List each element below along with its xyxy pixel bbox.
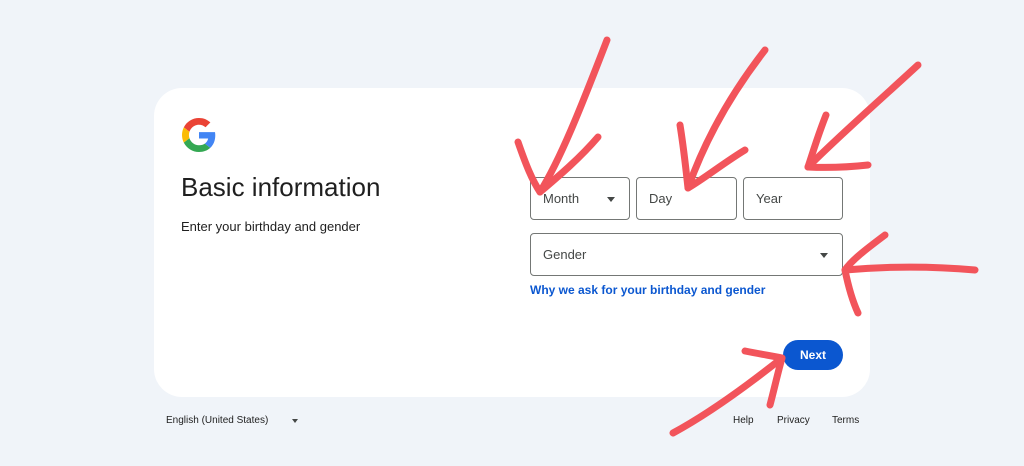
chevron-down-icon xyxy=(292,418,299,423)
day-input-placeholder: Day xyxy=(649,191,673,206)
year-input[interactable]: Year xyxy=(743,177,843,220)
google-logo-icon xyxy=(182,118,216,152)
page-subtitle: Enter your birthday and gender xyxy=(181,219,361,234)
why-birthday-gender-link[interactable]: Why we ask for your birthday and gender xyxy=(530,283,765,297)
year-input-placeholder: Year xyxy=(756,191,783,206)
next-button[interactable]: Next xyxy=(783,340,843,370)
month-select[interactable]: Month xyxy=(530,177,630,220)
footer-help-link[interactable]: Help xyxy=(733,415,754,426)
footer-terms-link[interactable]: Terms xyxy=(832,415,859,426)
chevron-down-icon xyxy=(607,196,615,202)
language-select[interactable]: English (United States) xyxy=(166,415,299,426)
gender-select-label: Gender xyxy=(543,247,587,262)
day-input[interactable]: Day xyxy=(636,177,737,220)
chevron-down-icon xyxy=(820,252,828,258)
signup-page: Basic information Enter your birthday an… xyxy=(0,0,1024,466)
signup-card: Basic information Enter your birthday an… xyxy=(154,88,870,397)
language-label: English (United States) xyxy=(166,415,269,426)
month-select-label: Month xyxy=(543,191,580,206)
page-title: Basic information xyxy=(181,172,381,202)
footer-privacy-link[interactable]: Privacy xyxy=(777,415,810,426)
gender-select[interactable]: Gender xyxy=(530,233,843,276)
